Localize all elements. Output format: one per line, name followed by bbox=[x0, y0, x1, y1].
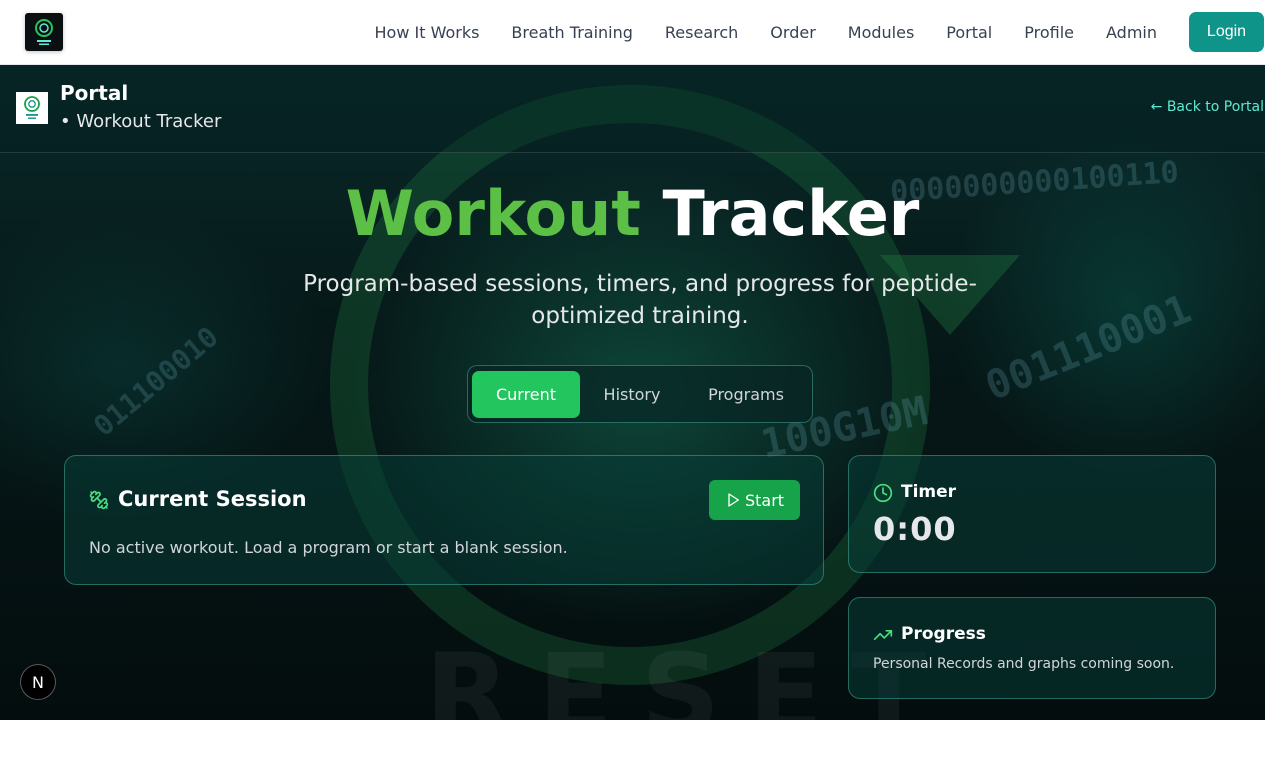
clock-icon bbox=[873, 483, 893, 503]
nav-link-order[interactable]: Order bbox=[770, 23, 815, 42]
play-icon bbox=[728, 493, 739, 507]
nav-link-admin[interactable]: Admin bbox=[1106, 23, 1157, 42]
timer-title: Timer bbox=[901, 482, 957, 502]
hero-section: 0000000000100110 001110001 011100010 100… bbox=[0, 65, 1265, 720]
brand-logo[interactable] bbox=[25, 13, 63, 51]
page-subtitle: • Workout Tracker bbox=[60, 111, 222, 132]
back-to-portal-link[interactable]: ← Back to Portal bbox=[1151, 99, 1264, 115]
tracker-tabs: Current History Programs bbox=[467, 365, 813, 423]
nav-links: How It Works Breath Training Research Or… bbox=[375, 0, 1158, 64]
nav-link-portal[interactable]: Portal bbox=[946, 23, 992, 42]
session-empty-text: No active workout. Load a program or sta… bbox=[89, 538, 568, 557]
start-session-button[interactable]: Start bbox=[709, 480, 800, 520]
tab-history[interactable]: History bbox=[584, 371, 680, 418]
session-title: Current Session bbox=[118, 487, 307, 511]
portal-subheader: Portal • Workout Tracker ← Back to Porta… bbox=[0, 65, 1265, 153]
progress-text: Personal Records and graphs coming soon. bbox=[873, 656, 1175, 672]
nav-link-how-it-works[interactable]: How It Works bbox=[375, 23, 480, 42]
timer-card: Timer 0:00 bbox=[848, 455, 1216, 573]
hero-heading-main: Tracker bbox=[662, 177, 920, 250]
nav-link-modules[interactable]: Modules bbox=[848, 23, 915, 42]
start-button-label: Start bbox=[744, 490, 785, 510]
login-button[interactable]: Login bbox=[1189, 12, 1264, 52]
dev-tools-badge[interactable]: N bbox=[20, 664, 56, 700]
progress-card: Progress Personal Records and graphs com… bbox=[848, 597, 1216, 699]
tab-current[interactable]: Current bbox=[472, 371, 580, 418]
nav-link-profile[interactable]: Profile bbox=[1024, 23, 1074, 42]
top-navbar: How It Works Breath Training Research Or… bbox=[0, 0, 1265, 65]
hero-description: Program-based sessions, timers, and prog… bbox=[303, 271, 977, 329]
trending-up-icon bbox=[873, 630, 893, 640]
hero-heading: Workout Tracker bbox=[0, 175, 1265, 253]
current-session-card: Current Session Start No active workout.… bbox=[64, 455, 824, 585]
nav-link-research[interactable]: Research bbox=[665, 23, 738, 42]
portal-logo bbox=[16, 92, 48, 124]
page-title: Portal bbox=[60, 81, 129, 105]
nav-link-breath-training[interactable]: Breath Training bbox=[511, 23, 632, 42]
reset-logo-icon bbox=[35, 19, 53, 45]
background-digits-decoration: 011100010 bbox=[87, 320, 225, 443]
dumbbell-icon bbox=[89, 490, 109, 510]
timer-value: 0:00 bbox=[873, 510, 957, 548]
progress-title: Progress bbox=[901, 624, 986, 644]
reset-logo-icon bbox=[24, 96, 40, 119]
tab-programs[interactable]: Programs bbox=[684, 371, 808, 418]
hero-heading-accent: Workout bbox=[345, 177, 641, 250]
